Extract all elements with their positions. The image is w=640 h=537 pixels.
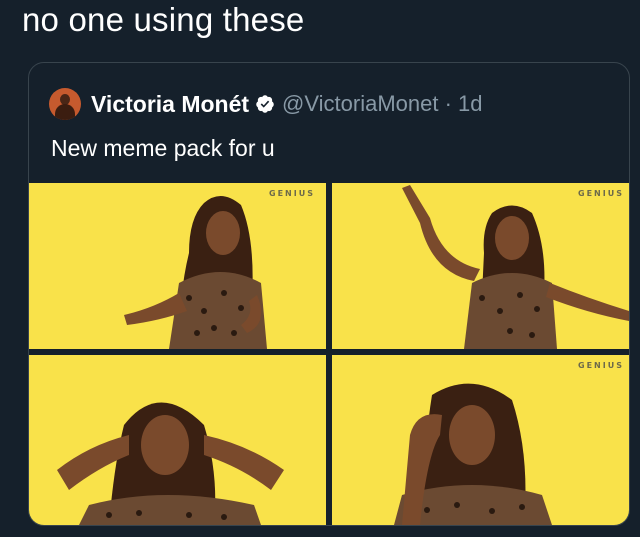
genius-watermark: GENIUS <box>578 361 624 370</box>
meme-caption: no one using these <box>22 1 305 38</box>
author-handle-and-time[interactable]: @VictoriaMonet · 1d <box>282 91 482 117</box>
photo-3-figure <box>57 402 284 525</box>
meme-photo-3[interactable] <box>29 355 326 525</box>
meme-photo-1[interactable]: GENIUS <box>29 183 326 349</box>
photo-1-figure <box>124 195 267 349</box>
photo-2-figure <box>402 185 629 349</box>
tweet-text: New meme pack for u <box>51 135 275 161</box>
screenshot-page: no one using these Victoria Monét @Victo… <box>0 0 640 537</box>
genius-watermark: GENIUS <box>269 189 315 198</box>
photo-4-figure <box>394 383 552 525</box>
meme-photo-2[interactable]: GENIUS <box>332 183 629 349</box>
meme-photo-4[interactable]: GENIUS <box>332 355 629 525</box>
tweet-header: Victoria Monét @VictoriaMonet · 1d <box>49 87 483 121</box>
profile-avatar[interactable] <box>49 88 81 120</box>
quoted-tweet-card[interactable]: Victoria Monét @VictoriaMonet · 1d New m… <box>28 62 630 526</box>
verified-badge-icon <box>256 95 274 113</box>
author-name[interactable]: Victoria Monét <box>91 91 249 118</box>
genius-watermark: GENIUS <box>578 189 624 198</box>
media-grid: GENIUS GENIUS GENIUS <box>29 183 629 525</box>
